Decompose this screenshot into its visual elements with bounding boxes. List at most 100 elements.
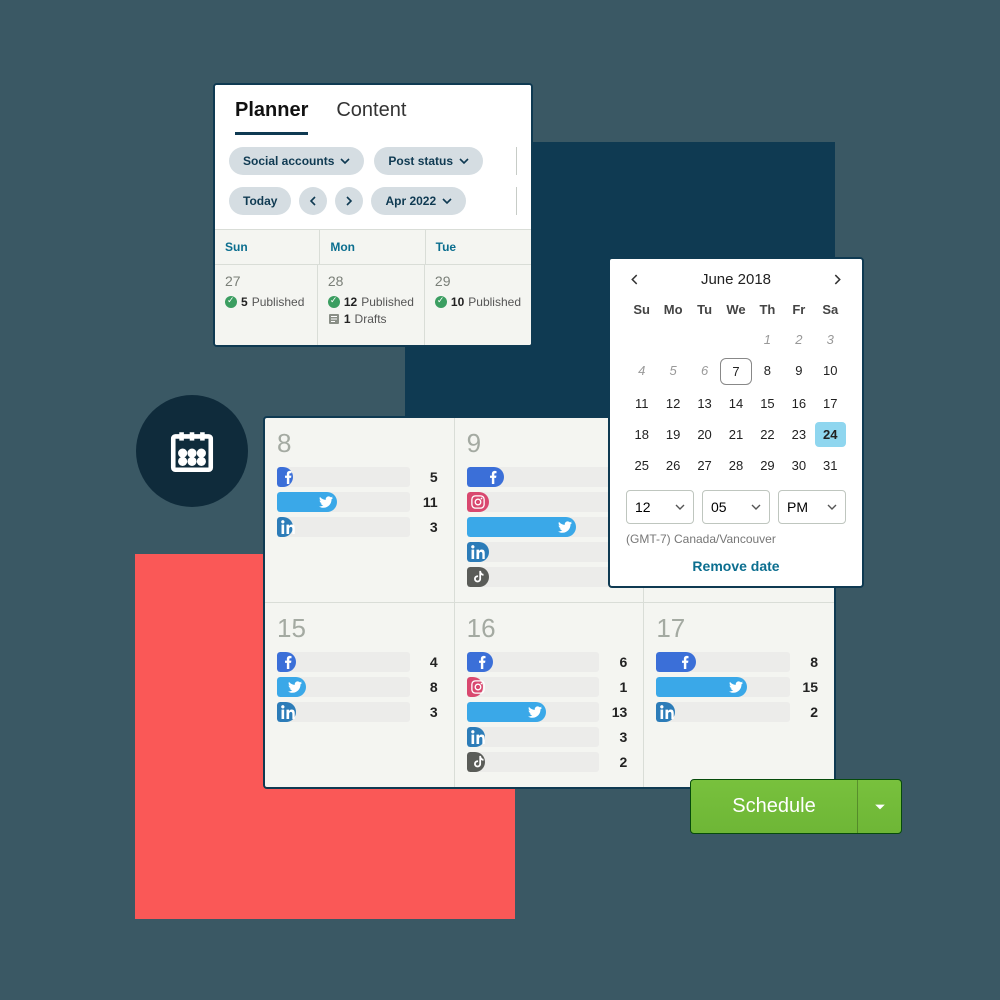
tab-content[interactable]: Content	[336, 99, 406, 135]
post-bar-tw[interactable]	[467, 517, 632, 537]
prev-button[interactable]	[299, 187, 327, 215]
post-bar-ig[interactable]	[467, 492, 632, 512]
dp-day[interactable]: 24	[815, 422, 846, 447]
dp-day[interactable]: 8	[752, 358, 783, 385]
dp-day[interactable]: 30	[783, 453, 814, 478]
dp-day[interactable]: 28	[720, 453, 751, 478]
dp-day[interactable]: 10	[815, 358, 846, 385]
dp-day[interactable]: 23	[783, 422, 814, 447]
dp-day[interactable]: 13	[689, 391, 720, 416]
post-bar-ig[interactable]: 1	[467, 677, 632, 697]
post-bar-li[interactable]: 3	[277, 702, 442, 722]
fb-icon	[281, 655, 295, 669]
post-bar-fb[interactable]	[467, 467, 632, 487]
check-icon	[435, 296, 447, 308]
expanded-day-cell[interactable]: 85113	[265, 418, 455, 603]
dp-day[interactable]: 3	[815, 327, 846, 352]
dp-day[interactable]: 2	[783, 327, 814, 352]
dp-day[interactable]: 16	[783, 391, 814, 416]
post-bar-li[interactable]	[467, 542, 632, 562]
fb-icon	[486, 470, 500, 484]
dp-hour-select[interactable]: 12	[626, 490, 694, 524]
dp-day[interactable]: 14	[720, 391, 751, 416]
dp-day[interactable]: 20	[689, 422, 720, 447]
next-button[interactable]	[335, 187, 363, 215]
post-bar-tw[interactable]: 8	[277, 677, 442, 697]
dp-day[interactable]: 19	[657, 422, 688, 447]
dp-day[interactable]: 31	[815, 453, 846, 478]
dp-minute-select[interactable]: 05	[702, 490, 770, 524]
dp-ampm-select[interactable]: PM	[778, 490, 846, 524]
dp-day[interactable]: 1	[752, 327, 783, 352]
dp-dow: Tu	[689, 298, 720, 321]
today-button[interactable]: Today	[229, 187, 291, 215]
post-bar-fb[interactable]: 8	[656, 652, 822, 672]
dp-day[interactable]: 12	[657, 391, 688, 416]
post-bar-li[interactable]: 3	[277, 517, 442, 537]
mini-day-cell[interactable]: 28 12 Published 1 Drafts	[318, 264, 425, 345]
post-bar-tw[interactable]: 15	[656, 677, 822, 697]
post-bar-li[interactable]: 3	[467, 727, 632, 747]
dp-day[interactable]: 27	[689, 453, 720, 478]
expanded-day-cell[interactable]: 16 6 1 13 3 2	[455, 603, 645, 787]
dp-day[interactable]: 22	[752, 422, 783, 447]
schedule-dropdown[interactable]	[857, 780, 901, 833]
dp-dow: Mo	[657, 298, 688, 321]
planner-card: Planner Content Social accounts Post sta…	[213, 83, 533, 347]
dp-day[interactable]: 26	[657, 453, 688, 478]
dp-day[interactable]: 17	[815, 391, 846, 416]
tab-planner[interactable]: Planner	[235, 99, 308, 135]
tw-icon	[288, 680, 302, 694]
fb-icon	[475, 655, 489, 669]
filter-social-label: Social accounts	[243, 154, 334, 168]
dp-minute-value: 05	[711, 499, 727, 515]
caret-down-icon	[874, 801, 886, 813]
published-status: 5 Published	[225, 295, 307, 309]
dp-day[interactable]: 18	[626, 422, 657, 447]
dp-day[interactable]: 9	[783, 358, 814, 385]
dp-next-button[interactable]	[830, 272, 846, 288]
dp-remove-date[interactable]: Remove date	[626, 558, 846, 574]
post-bar-tk[interactable]: 2	[467, 752, 632, 772]
published-status: 10 Published	[435, 295, 521, 309]
filter-social-accounts[interactable]: Social accounts	[229, 147, 364, 175]
post-count: 3	[418, 704, 442, 720]
published-status: 12 Published	[328, 295, 414, 309]
post-bar-tk[interactable]	[467, 567, 632, 587]
chevron-down-icon	[827, 502, 837, 512]
dp-day[interactable]: 21	[720, 422, 751, 447]
post-bar-fb[interactable]: 6	[467, 652, 632, 672]
mini-day-cell[interactable]: 29 10 Published	[425, 264, 531, 345]
expanded-date: 16	[467, 613, 632, 644]
mini-day-cell[interactable]: 27 5 Published	[215, 264, 318, 345]
dp-day[interactable]: 15	[752, 391, 783, 416]
post-count: 15	[798, 679, 822, 695]
post-bar-li[interactable]: 2	[656, 702, 822, 722]
post-bar-fb[interactable]: 4	[277, 652, 442, 672]
post-bar-tw[interactable]: 11	[277, 492, 442, 512]
dp-day[interactable]: 7	[720, 358, 751, 385]
dp-day[interactable]: 5	[657, 358, 688, 385]
chevron-right-icon	[344, 196, 354, 206]
dp-day[interactable]: 25	[626, 453, 657, 478]
mini-day-header: Sun	[215, 229, 320, 264]
dp-prev-button[interactable]	[626, 272, 642, 288]
dp-day[interactable]: 29	[752, 453, 783, 478]
post-bar-tw[interactable]: 13	[467, 702, 632, 722]
tw-icon	[558, 520, 572, 534]
expanded-day-cell[interactable]: 15483	[265, 603, 455, 787]
month-selector[interactable]: Apr 2022	[371, 187, 466, 215]
dp-dow: Sa	[815, 298, 846, 321]
dp-day[interactable]: 11	[626, 391, 657, 416]
expanded-date: 9	[467, 428, 632, 459]
fb-icon	[678, 655, 692, 669]
schedule-button[interactable]: Schedule	[690, 779, 902, 834]
expanded-day-cell[interactable]: 178152	[644, 603, 834, 787]
calendar-icon	[136, 395, 248, 507]
dp-day[interactable]: 6	[689, 358, 720, 385]
post-count: 2	[798, 704, 822, 720]
dp-dow: Fr	[783, 298, 814, 321]
post-bar-fb[interactable]: 5	[277, 467, 442, 487]
dp-day[interactable]: 4	[626, 358, 657, 385]
filter-post-status[interactable]: Post status	[374, 147, 483, 175]
